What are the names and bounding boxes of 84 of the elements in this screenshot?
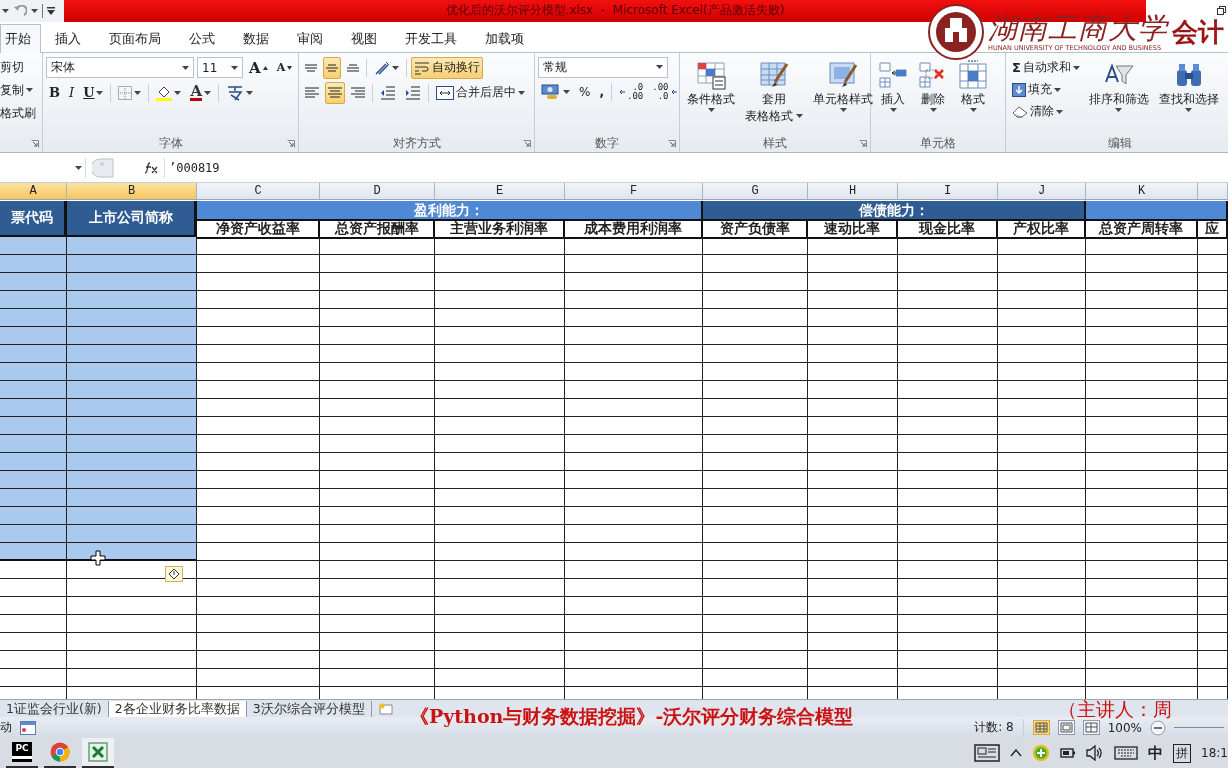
column-header[interactable]: D xyxy=(320,183,435,201)
grow-font-button[interactable]: A xyxy=(246,56,271,79)
formula-field[interactable]: ’000819 xyxy=(164,157,1228,178)
ribbon-button[interactable]: Σ 自动求和 xyxy=(1009,56,1083,79)
ribbon-button[interactable]: 插入 xyxy=(874,56,912,135)
group-label: 数字 xyxy=(595,134,619,152)
merge-center-button[interactable]: 合并后居中 xyxy=(433,81,528,104)
table-header: 总资产周转率 xyxy=(1086,219,1198,240)
input-method-indicator[interactable]: 中 xyxy=(1148,743,1164,763)
wrap-text-button[interactable]: 自动换行 xyxy=(411,56,483,79)
increase-decimal-button[interactable]: .0 .00 xyxy=(615,80,647,103)
column-header[interactable]: J xyxy=(998,183,1086,201)
table-header: 上市公司简称 xyxy=(67,201,197,238)
ribbon-tab[interactable]: 插入 xyxy=(41,23,95,53)
bold-button[interactable]: B xyxy=(46,81,63,104)
ribbon-button[interactable]: 填充 xyxy=(1009,78,1083,101)
clock-text: 18:1 xyxy=(1201,746,1228,760)
table-header: 速动比率 xyxy=(808,219,898,240)
app-logo-icon: PC xyxy=(12,742,32,762)
course-tag: 会计 xyxy=(1172,14,1224,50)
ribbon-tab[interactable]: 开发工具 xyxy=(391,23,471,53)
column-header[interactable]: C xyxy=(197,183,320,201)
sheet-tab[interactable]: 2各企业财务比率数据 xyxy=(108,701,247,718)
column-header[interactable]: G xyxy=(703,183,808,201)
table-header: 总资产报酬率 xyxy=(320,219,435,240)
number-format-dropdown[interactable]: 常规 xyxy=(538,56,668,78)
clipboard-button[interactable]: 剪切 xyxy=(0,58,42,75)
ribbon-button[interactable]: 删除 xyxy=(914,56,952,135)
font-size-dropdown[interactable]: 11 xyxy=(197,57,243,79)
table-header: 现金比率 xyxy=(898,219,998,240)
column-header[interactable]: B xyxy=(67,183,197,201)
zoom-level: 100% xyxy=(1107,720,1142,735)
video-caption: 《Python与财务数据挖掘》-沃尔评分财务综合模型 xyxy=(410,704,854,729)
group-header: 偿债能力： xyxy=(703,201,1086,222)
ribbon-button[interactable]: 条件格式 xyxy=(683,56,739,135)
ribbon-button[interactable]: 格式 xyxy=(954,56,992,135)
column-header[interactable]: H xyxy=(808,183,898,201)
ribbon-button[interactable]: 排序和筛选 xyxy=(1084,56,1153,135)
university-name: 湖南工商大学 xyxy=(988,12,1168,44)
underline-button[interactable]: U xyxy=(80,81,107,104)
percent-button[interactable]: % xyxy=(576,80,594,103)
group-label: 编辑 xyxy=(1108,134,1132,152)
group-label: 样式 xyxy=(763,134,787,152)
column-header[interactable]: A xyxy=(0,183,67,201)
font-color-button[interactable]: A xyxy=(187,81,215,104)
ribbon-tab[interactable]: 审阅 xyxy=(283,23,337,53)
clipboard-button[interactable]: 格式刷 xyxy=(0,104,42,121)
comma-button[interactable]: , xyxy=(596,80,607,103)
table-header: 产权比率 xyxy=(998,219,1086,240)
font-name-dropdown[interactable]: 宋体 xyxy=(46,57,194,79)
count-text: 计数: 8 xyxy=(974,719,1014,737)
ribbon-tab[interactable]: 数据 xyxy=(229,23,283,53)
group-label: 对齐方式 xyxy=(392,134,441,152)
table-header: 资产负债率 xyxy=(703,219,808,240)
shrink-font-button[interactable]: A xyxy=(273,56,296,79)
group-label: 单元格 xyxy=(920,134,956,152)
column-header[interactable]: I xyxy=(898,183,998,201)
presenter-caption: （主讲人：周 xyxy=(1058,700,1172,718)
table-header: 票代码 xyxy=(0,201,67,238)
group-header: 盈利能力： xyxy=(197,201,703,222)
ribbon-tab[interactable]: 加载项 xyxy=(471,23,538,53)
clipboard-button[interactable]: 复制 xyxy=(0,81,42,98)
column-header[interactable]: K xyxy=(1086,183,1198,201)
italic-button[interactable]: I xyxy=(66,81,78,104)
status-text: 动 xyxy=(0,719,12,737)
ribbon-button[interactable]: 清除 xyxy=(1009,100,1083,123)
decrease-decimal-button[interactable]: .00 .0 xyxy=(649,80,680,103)
ribbon-button[interactable]: 单元格样式 xyxy=(809,56,877,135)
ribbon-button[interactable]: 套用 表格格式 xyxy=(741,56,807,135)
input-mode-indicator[interactable]: 拼 xyxy=(1173,743,1192,763)
column-header[interactable]: F xyxy=(565,183,703,201)
ribbon-tab[interactable]: 开始 xyxy=(0,23,41,53)
ribbon-tab[interactable]: 视图 xyxy=(337,23,391,53)
ribbon-tab[interactable]: 公式 xyxy=(175,23,229,53)
group-label: 字体 xyxy=(158,134,183,152)
ribbon-button[interactable]: 查找和选择 xyxy=(1154,56,1223,135)
window-title: 优化后的沃尔评分模型.xlsx - Microsoft Excel(产品激活失败) xyxy=(444,2,785,20)
table-header: 成本费用利润率 xyxy=(565,219,703,240)
table-header: 应 xyxy=(1198,219,1228,240)
table-header: 主营业务利润率 xyxy=(435,219,565,240)
column-header[interactable]: E xyxy=(435,183,565,201)
taskbar-app[interactable]: PC xyxy=(6,738,38,768)
ribbon-tab[interactable]: 页面布局 xyxy=(95,23,175,53)
table-header: 净资产收益率 xyxy=(197,219,320,240)
